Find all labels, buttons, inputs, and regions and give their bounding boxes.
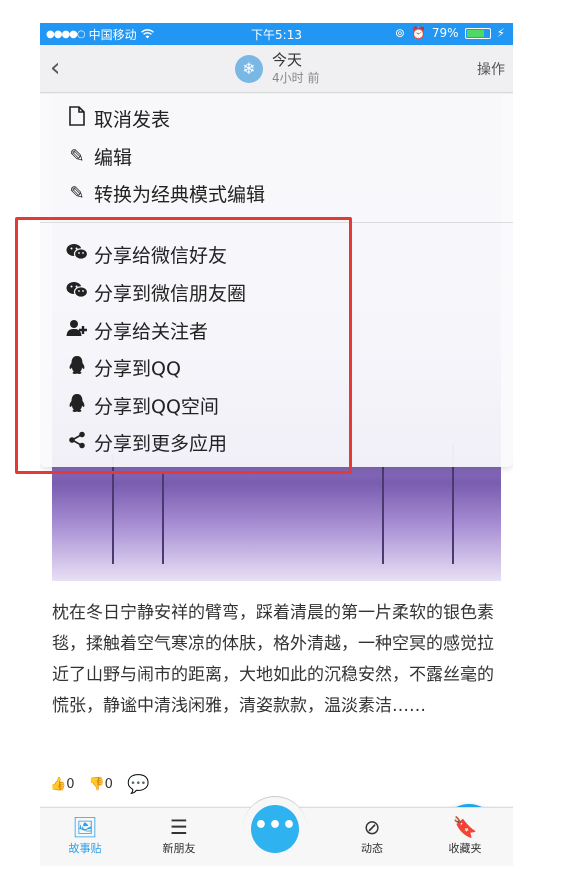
pencil-icon: ✎ bbox=[69, 145, 85, 167]
tab-new-friends[interactable]: ☰ 新朋友 bbox=[144, 814, 214, 856]
menu-item-label: 取消发表 bbox=[94, 108, 171, 131]
menu-item-classic-edit[interactable]: ✎ 转换为经典模式编辑 bbox=[66, 178, 265, 208]
share-section-highlight bbox=[15, 217, 352, 474]
page-subtitle: 4小时 前 bbox=[272, 71, 320, 85]
menu-item-label: 编辑 bbox=[94, 146, 133, 169]
list-icon: ☰ bbox=[170, 815, 188, 839]
tab-label: 收藏夹 bbox=[448, 842, 482, 855]
tree-trunk bbox=[162, 474, 164, 564]
dislike-count: 0 bbox=[104, 777, 113, 792]
dislike-button[interactable]: 👎0 bbox=[88, 777, 112, 792]
like-count: 0 bbox=[66, 777, 75, 792]
comment-icon[interactable]: 💬 bbox=[127, 774, 149, 795]
tab-favorites[interactable]: 🔖 收藏夹 bbox=[430, 814, 500, 856]
menu-item-label: 转换为经典模式编辑 bbox=[94, 183, 266, 206]
rotation-lock-icon: ⊚ bbox=[394, 26, 405, 40]
battery-fill bbox=[466, 29, 484, 37]
tab-activity[interactable]: ⊘ 动态 bbox=[337, 814, 407, 856]
status-right: ⊚ ⏰ 79% ⚡ bbox=[395, 26, 505, 40]
tab-label: 新朋友 bbox=[162, 842, 196, 855]
alarm-icon: ⏰ bbox=[410, 26, 426, 40]
charging-icon: ⚡ bbox=[496, 26, 505, 40]
battery-percent: 79% bbox=[431, 26, 459, 40]
tab-story[interactable]: 🖼 故事贴 bbox=[50, 814, 120, 856]
menu-item-edit[interactable]: ✎ 编辑 bbox=[66, 141, 132, 171]
document-icon bbox=[66, 105, 88, 131]
nav-bar: ‹ ❄ 今天 4小时 前 操作 bbox=[40, 45, 513, 93]
page-title: 今天 bbox=[272, 51, 303, 69]
story-actions: 👍0 👎0 💬 bbox=[50, 774, 149, 795]
tab-bar: 🖼 故事贴 ☰ 新朋友 ••• ⊘ 动态 🔖 收藏夹 bbox=[40, 796, 513, 866]
like-button[interactable]: 👍0 bbox=[50, 777, 74, 792]
battery-icon bbox=[464, 27, 491, 39]
actions-button[interactable]: 操作 bbox=[477, 59, 505, 79]
tree-trunk bbox=[382, 464, 384, 564]
story-icon: 🖼 bbox=[72, 815, 98, 839]
pencil-icon: ✎ bbox=[69, 182, 85, 204]
story-text: 枕在冬日宁静安祥的臂弯，踩着清晨的第一片柔软的银色素毯，揉触着空气寒凉的体肤，格… bbox=[52, 603, 494, 716]
back-button[interactable]: ‹ bbox=[50, 53, 60, 83]
center-menu-button[interactable]: ••• bbox=[243, 796, 307, 860]
more-icon: ••• bbox=[251, 805, 299, 853]
thumbs-down-icon: 👎 bbox=[88, 777, 105, 792]
thumbs-up-icon: 👍 bbox=[50, 777, 67, 792]
menu-item-cancel-publish[interactable]: 取消发表 bbox=[66, 103, 170, 133]
bookmark-icon: 🔖 bbox=[452, 815, 478, 839]
snowflake-icon: ❄ bbox=[235, 55, 263, 83]
status-bar: ●●●●○ 中国移动 下午5:13 ⊚ ⏰ 79% ⚡ bbox=[40, 23, 513, 45]
compass-icon: ⊘ bbox=[363, 815, 381, 839]
tab-label: 故事贴 bbox=[68, 842, 102, 855]
tab-label: 动态 bbox=[361, 842, 383, 855]
